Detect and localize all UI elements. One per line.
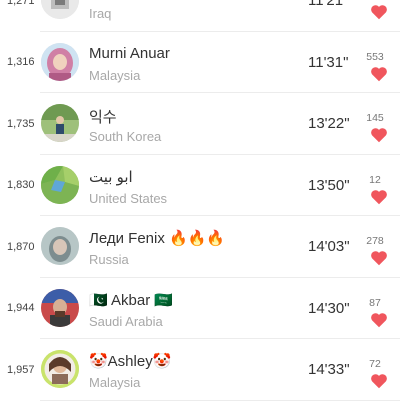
record-time: 11'31" xyxy=(308,53,349,71)
heart-icon[interactable] xyxy=(370,189,388,205)
rank-number: 1,735 xyxy=(7,117,35,130)
like-count: 278 xyxy=(366,235,384,247)
selfie-avatar-icon[interactable] xyxy=(41,350,79,388)
like-count: 145 xyxy=(366,112,384,124)
rank-number: 1,830 xyxy=(7,179,35,192)
list-item[interactable]: 1,271 Iraq 11'21" xyxy=(0,0,400,32)
record-time: 13'50" xyxy=(308,176,350,194)
user-country: Saudi Arabia xyxy=(89,313,163,329)
heart-icon[interactable] xyxy=(370,127,388,143)
heart-icon[interactable] xyxy=(370,66,388,82)
record-time: 14'33" xyxy=(308,361,350,379)
user-country: Malaysia xyxy=(89,67,141,83)
user-country: Malaysia xyxy=(89,375,141,390)
list-item[interactable]: 1,735 익수 South Korea 13'22" 145 xyxy=(0,93,400,155)
rank-number: 1,957 xyxy=(7,363,35,376)
user-country: United States xyxy=(89,190,168,206)
user-name: Леди Fenix 🔥🔥🔥 xyxy=(89,230,226,247)
hijab-avatar-icon[interactable] xyxy=(41,42,79,81)
map-avatar-icon[interactable] xyxy=(41,165,79,204)
user-country: Russia xyxy=(89,252,129,267)
rank-number: 1,944 xyxy=(7,302,35,315)
rank-number: 1,870 xyxy=(7,240,35,253)
heart-icon[interactable] xyxy=(370,250,388,266)
user-name: 🤡Ashley🤡 xyxy=(89,353,172,370)
like-count: 12 xyxy=(369,173,381,186)
user-country: Iraq xyxy=(89,6,112,21)
user-name: 익수 xyxy=(89,109,117,126)
user-country: South Korea xyxy=(89,129,162,144)
rank-number: 1,316 xyxy=(7,56,35,69)
like-count: 72 xyxy=(369,358,381,370)
portrait-avatar-icon[interactable] xyxy=(41,227,79,265)
photo-avatar-icon[interactable] xyxy=(41,0,79,19)
leaderboard-list: 1,271 Iraq 11'21" 1,316 Murni Anuar Mala… xyxy=(0,0,400,401)
rank-number: 1,271 xyxy=(7,0,35,7)
record-time: 11'21" xyxy=(308,0,349,10)
user-name: 🇵🇰 Akbar 🇸🇦 xyxy=(89,291,174,309)
heart-icon[interactable] xyxy=(370,312,388,328)
user-name: Murni Anuar xyxy=(89,44,170,62)
list-item[interactable]: 1,870 Леди Fenix 🔥🔥🔥 Russia 14'03" 278 xyxy=(0,216,400,278)
list-item[interactable]: 1,957 🤡Ashley🤡 Malaysia 14'33" 72 xyxy=(0,339,400,401)
list-item[interactable]: 1,944 🇵🇰 Akbar 🇸🇦 Saudi Arabia 14'30" 87 xyxy=(0,278,400,339)
heart-icon[interactable] xyxy=(370,373,388,389)
heart-icon[interactable] xyxy=(370,4,388,20)
record-time: 14'30" xyxy=(308,299,350,317)
like-count: 553 xyxy=(366,50,384,63)
record-time: 13'22" xyxy=(308,115,350,133)
record-time: 14'03" xyxy=(308,238,350,256)
list-item[interactable]: 1,830 ابو بيت United States 13'50" 12 xyxy=(0,155,400,216)
like-count: 87 xyxy=(369,296,381,309)
outdoor-avatar-icon[interactable] xyxy=(41,104,79,142)
man-avatar-icon[interactable] xyxy=(41,288,79,327)
user-name: ابو بيت xyxy=(89,168,133,186)
list-item[interactable]: 1,316 Murni Anuar Malaysia 11'31" 553 xyxy=(0,32,400,93)
